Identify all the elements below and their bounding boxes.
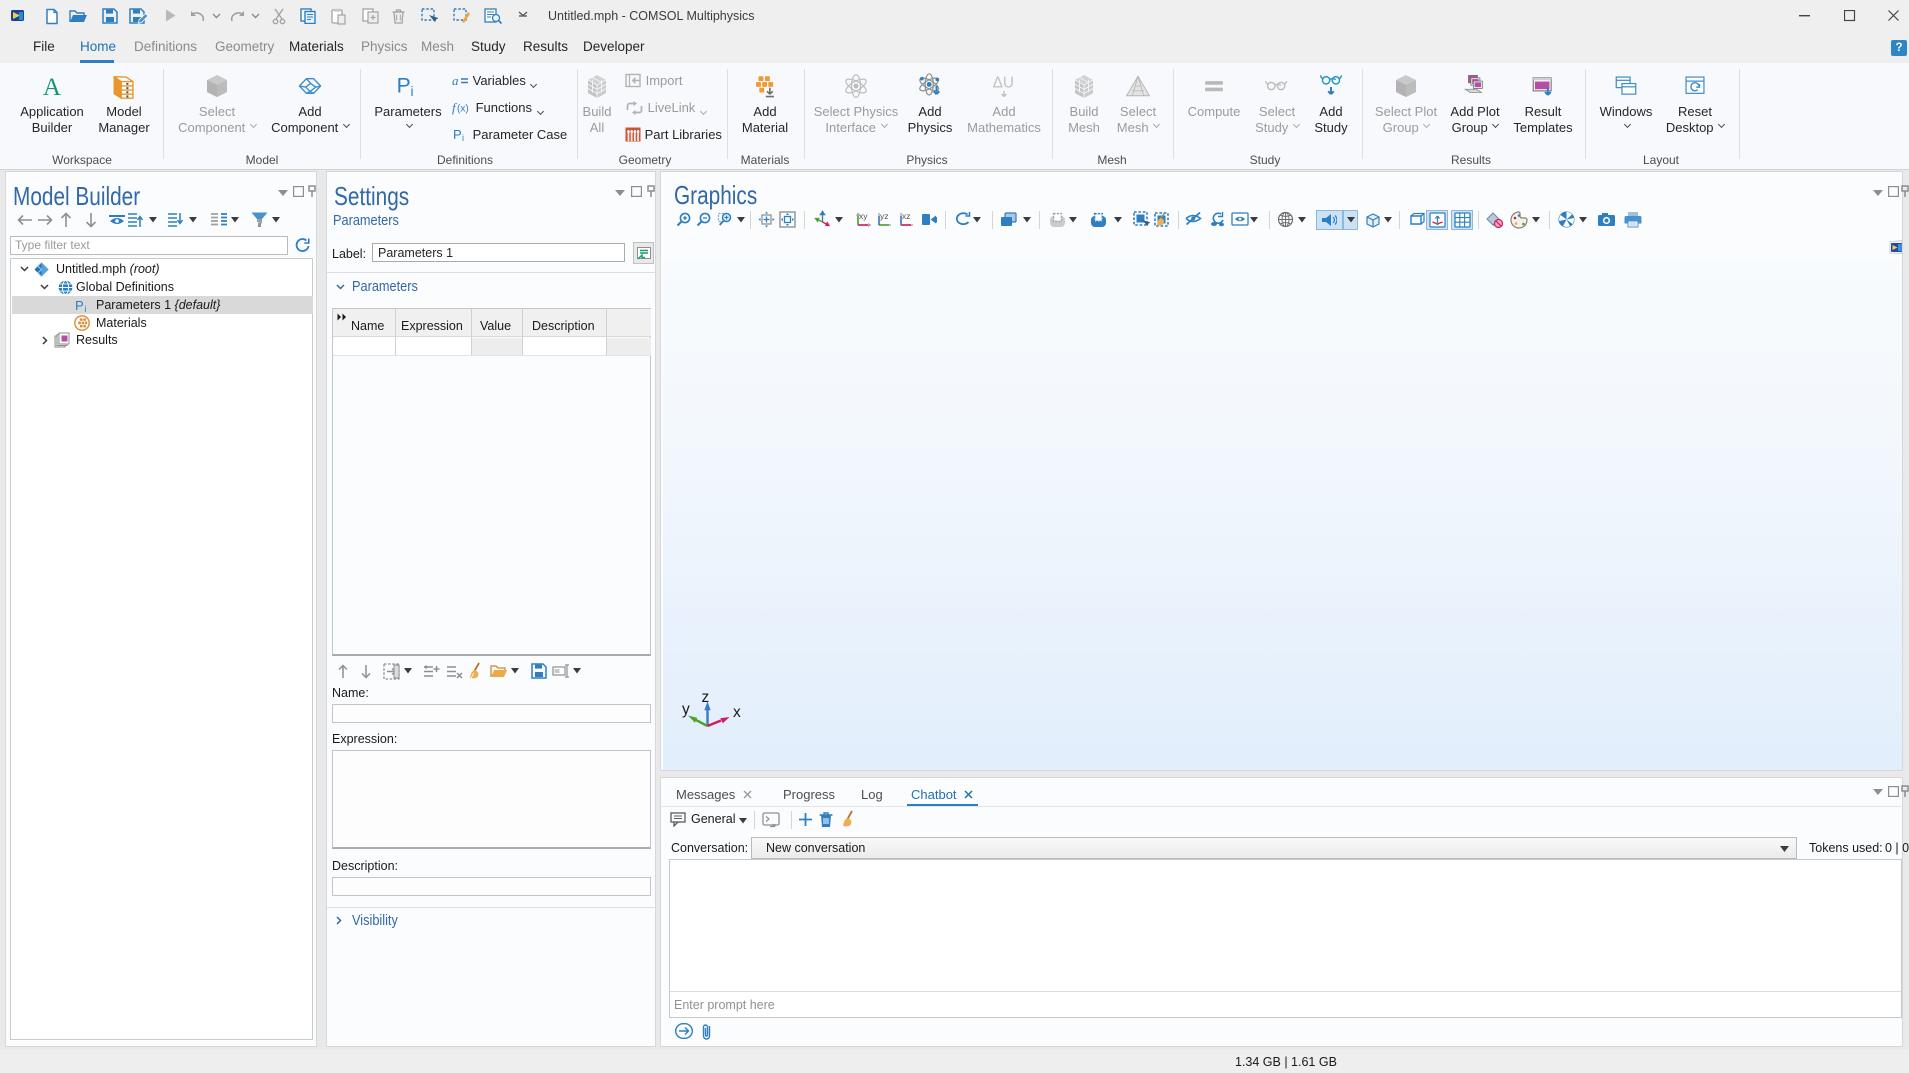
svg-text:i: i <box>462 133 464 142</box>
svg-text:i: i <box>84 304 86 313</box>
svg-text:A: A <box>43 74 61 99</box>
svg-text:y: y <box>682 701 690 718</box>
svg-text:P: P <box>397 75 411 98</box>
svg-text:yz: yz <box>880 211 889 221</box>
svg-text:xy: xy <box>859 211 868 221</box>
svg-text:xz: xz <box>902 211 911 221</box>
svg-text:i: i <box>410 83 413 99</box>
svg-text:P: P <box>75 298 84 313</box>
svg-text:P: P <box>453 127 462 142</box>
svg-text:ΔU: ΔU <box>993 75 1014 92</box>
svg-text:(x): (x) <box>457 104 469 115</box>
svg-text:a: a <box>452 73 459 88</box>
svg-text:x: x <box>733 704 741 721</box>
